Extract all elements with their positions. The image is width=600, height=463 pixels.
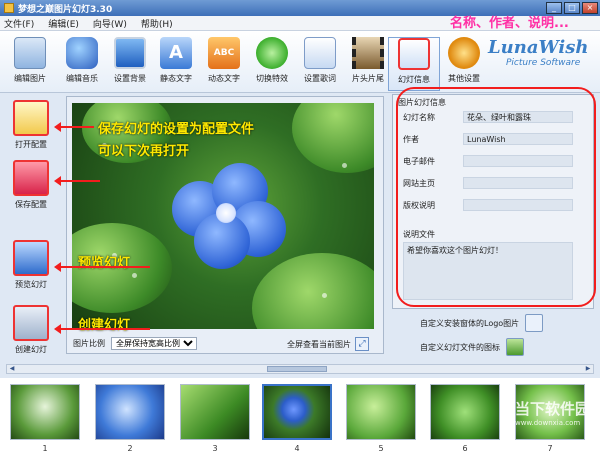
search-icon[interactable]	[525, 314, 544, 332]
close-icon[interactable]: ×	[582, 2, 598, 14]
field-copyright: 版权说明	[403, 199, 573, 211]
thumbnail-scrollbar[interactable]: ◀ ▶	[6, 364, 594, 374]
tool-set-lyrics[interactable]: 设置歌词	[294, 37, 346, 91]
thumbnail-strip: 1 2 3 4 5 6 7	[0, 378, 600, 463]
open-config-icon	[13, 100, 49, 136]
arrow-preview	[54, 262, 150, 272]
scroll-thumb[interactable]	[267, 366, 327, 372]
preview-button[interactable]: 预览幻灯	[6, 240, 56, 302]
menu-help[interactable]: 帮助(H)	[141, 17, 173, 30]
create-button[interactable]: 创建幻灯	[6, 305, 56, 367]
thumbnail-item[interactable]: 2	[95, 384, 165, 460]
static-text-icon: A	[160, 37, 192, 69]
menu-file[interactable]: 文件(F)	[4, 17, 34, 30]
field-author: 作者 LunaWish	[403, 133, 573, 145]
fullscreen-icon[interactable]: ⤢	[355, 337, 369, 351]
gear-icon	[448, 37, 480, 69]
tool-transition[interactable]: 切换特效	[246, 37, 298, 91]
name-input[interactable]: 花朵、绿叶和露珠	[463, 111, 573, 123]
tool-slideshow-info[interactable]: 幻灯信息	[388, 37, 440, 91]
email-input[interactable]	[463, 155, 573, 167]
tool-set-background[interactable]: 设置背景	[104, 37, 156, 91]
annotation-preview: 预览幻灯	[78, 256, 131, 271]
arrow-open	[54, 122, 94, 132]
field-email: 电子邮件	[403, 155, 573, 167]
thumbnail-item[interactable]: 3	[180, 384, 250, 460]
edit-picture-icon	[14, 37, 46, 69]
description-textarea[interactable]: 希望你喜欢这个图片幻灯！	[403, 242, 573, 300]
window-title: 梦想之巅图片幻灯3.30	[18, 4, 113, 15]
thumbnail-item[interactable]: 1	[10, 384, 80, 460]
save-config-button[interactable]: 保存配置	[6, 160, 56, 222]
field-website: 网站主页	[403, 177, 573, 189]
menu-edit[interactable]: 编辑(E)	[48, 17, 79, 30]
app-icon	[4, 3, 14, 13]
tool-other-settings[interactable]: 其他设置	[438, 37, 490, 91]
monitor-icon	[114, 37, 146, 69]
arrow-save	[54, 176, 100, 186]
fullscreen-control: 全屏查看当前图片 ⤢	[287, 337, 369, 351]
tool-static-text[interactable]: A 静态文字	[150, 37, 202, 91]
tool-edit-music[interactable]: 编辑音乐	[56, 37, 108, 91]
arrow-create	[54, 324, 150, 334]
tool-edit-picture[interactable]: 编辑图片	[4, 37, 56, 91]
annotation-save-2: 可以下次再打开	[98, 144, 190, 159]
flower	[172, 163, 286, 269]
copyright-input[interactable]	[463, 199, 573, 211]
thumbnail-item[interactable]: 6	[430, 384, 500, 460]
ratio-select[interactable]: 全屏保持宽高比例	[111, 337, 197, 350]
save-config-icon	[13, 160, 49, 196]
tool-opening-ending[interactable]: 片头片尾	[342, 37, 394, 91]
custom-icon-row: 自定义幻灯文件的图标	[420, 338, 524, 356]
film-icon	[352, 37, 384, 69]
dynamic-text-icon: ABC	[208, 37, 240, 69]
brand-logo: LunaWish Picture Software	[488, 37, 589, 69]
annotation-save-1: 保存幻灯的设置为配置文件	[98, 122, 255, 137]
field-name: 幻灯名称 花朵、绿叶和露珠	[403, 111, 573, 123]
file-icon[interactable]	[506, 338, 524, 356]
custom-logo-row: 自定义安装窗体的Logo图片	[420, 314, 544, 332]
website-input[interactable]	[463, 177, 573, 189]
menu-wizard[interactable]: 向导(W)	[93, 17, 127, 30]
scroll-left-icon[interactable]: ◀	[7, 365, 17, 373]
slideshow-info-panel: 图片幻灯信息 幻灯名称 花朵、绿叶和露珠 作者 LunaWish 电子邮件 网站…	[392, 94, 594, 309]
thumbnail-item[interactable]: 5	[346, 384, 416, 460]
tool-dynamic-text[interactable]: ABC 动态文字	[198, 37, 250, 91]
scroll-right-icon[interactable]: ▶	[583, 365, 593, 373]
ratio-control: 图片比例 全屏保持宽高比例	[73, 337, 197, 350]
open-config-button[interactable]: 打开配置	[6, 100, 56, 162]
slideshow-info-icon	[398, 38, 430, 70]
preview-icon	[13, 240, 49, 276]
watermark: 当下软件园 www.downxia.com	[514, 400, 590, 427]
music-icon	[66, 37, 98, 69]
annotation-header: 名称、作者、说明...	[450, 16, 569, 31]
transition-icon	[256, 37, 288, 69]
thumbnail-item[interactable]: 4	[262, 384, 332, 460]
annotation-create: 创建幻灯	[78, 318, 131, 333]
author-input[interactable]: LunaWish	[463, 133, 573, 145]
create-icon	[13, 305, 49, 341]
lyrics-icon	[304, 37, 336, 69]
